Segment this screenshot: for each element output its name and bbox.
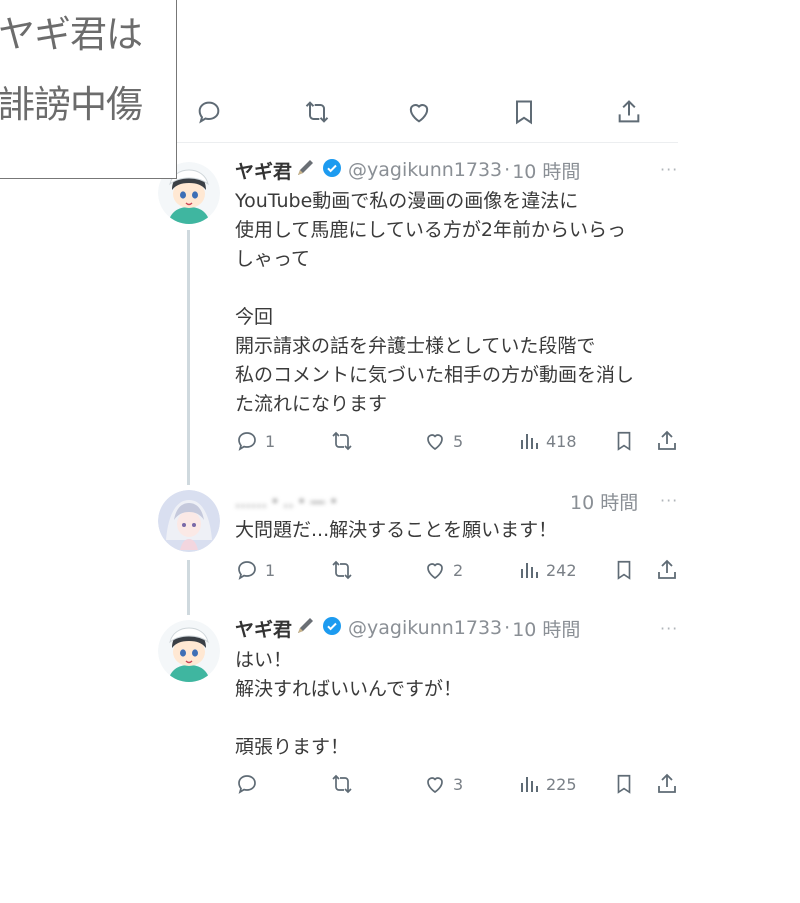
views-chart-icon [521,434,538,449]
thread-connector [187,230,190,485]
view-count: 418 [546,431,577,451]
views-button[interactable]: 225 [518,770,577,798]
share-icon [658,773,676,793]
more-options-icon[interactable]: ··· [660,160,678,179]
reply-button[interactable]: 1 [235,556,275,584]
bookmark-button[interactable] [613,770,635,798]
view-count: 225 [546,774,577,794]
tweet-text: YouTube動画で私の漫画の画像を違法に 使用して馬鹿にしている方が2年前から… [235,190,635,415]
tweet-text: 大問題だ...解決することを願います！ [235,519,558,541]
pen-icon [294,615,316,642]
display-name[interactable]: ヤギ君 [235,157,292,184]
retweet-icon[interactable] [303,98,331,126]
overlay-caption-line-2: 誹謗中傷 [0,83,143,126]
bookmark-icon [617,774,631,794]
like-icon [427,563,443,580]
overlay-caption-line-1: ヤギ君は [0,13,143,56]
avatar[interactable] [158,620,220,682]
bookmark-icon [617,431,631,451]
retweet-button[interactable] [329,556,355,584]
reply-button[interactable] [235,770,265,798]
views-chart-icon [521,777,538,792]
share-icon [658,559,676,579]
timestamp[interactable]: 10 時間 [512,157,580,184]
tweet-header: ヤギ君 @yagikunn1733 · 10 時間 [235,615,580,641]
share-button[interactable] [655,556,679,584]
like-count: 5 [453,431,464,451]
tweet-actions: 1 2 242 [235,556,680,584]
more-options-icon[interactable]: ··· [660,491,678,510]
reply-button[interactable]: 1 [235,427,275,455]
like-button[interactable]: 3 [423,770,463,798]
pen-icon [294,157,316,184]
user-handle[interactable]: @yagikunn1733 [348,617,502,639]
thread-connector [187,560,190,615]
verified-badge-icon [322,158,342,183]
more-options-icon[interactable]: ··· [660,619,678,638]
timestamp[interactable]: 10 時間 [570,488,638,515]
share-icon[interactable] [615,98,643,126]
bookmark-icon [617,560,631,580]
share-button[interactable] [655,770,679,798]
avatar[interactable] [158,490,220,552]
separator-dot: · [504,159,511,181]
reply-icon [238,561,256,580]
retweet-button[interactable] [329,427,355,455]
previous-tweet-actions [195,98,645,130]
verified-badge-icon [322,616,342,641]
retweet-icon [332,774,352,794]
view-count: 242 [546,560,577,580]
like-icon [427,777,443,794]
reply-icon[interactable] [195,98,223,126]
views-chart-icon [521,563,538,578]
like-button[interactable]: 5 [423,427,463,455]
divider [158,142,678,143]
like-count: 2 [453,560,464,580]
bookmark-button[interactable] [613,427,635,455]
timestamp[interactable]: 10 時間 [512,615,580,642]
bookmark-button[interactable] [613,556,635,584]
tweet-header: ヤギ君 @yagikunn1733 · 10 時間 [235,157,580,183]
reply-count: 1 [265,431,276,451]
user-handle[interactable]: @yagikunn1733 [348,159,502,181]
like-icon [427,434,443,451]
share-button[interactable] [655,427,679,455]
retweet-icon [332,560,352,580]
retweet-button[interactable] [329,770,355,798]
share-icon [658,430,676,450]
overlay-caption-box: ヤギ君は 誹謗中傷 [0,0,177,179]
views-button[interactable]: 242 [518,556,577,584]
retweet-icon [332,431,352,451]
like-icon[interactable] [405,98,433,126]
like-count: 3 [453,774,464,794]
like-button[interactable]: 2 [423,556,463,584]
reply-icon [238,432,256,451]
tweet-actions: 3 225 [235,770,680,798]
tweet-text: はい！ 解決すればいいんですが！ 頑張ります！ [235,649,463,758]
bookmark-icon[interactable] [510,98,538,126]
display-name-blurred[interactable]: ……・‥・—・ [235,488,342,512]
views-button[interactable]: 418 [518,427,577,455]
reply-count: 1 [265,560,276,580]
display-name[interactable]: ヤギ君 [235,615,292,642]
reply-icon [238,775,256,794]
tweet-header: 10 時間 [570,488,638,514]
tweet-actions: 1 5 418 [235,427,680,455]
separator-dot: · [504,617,511,639]
